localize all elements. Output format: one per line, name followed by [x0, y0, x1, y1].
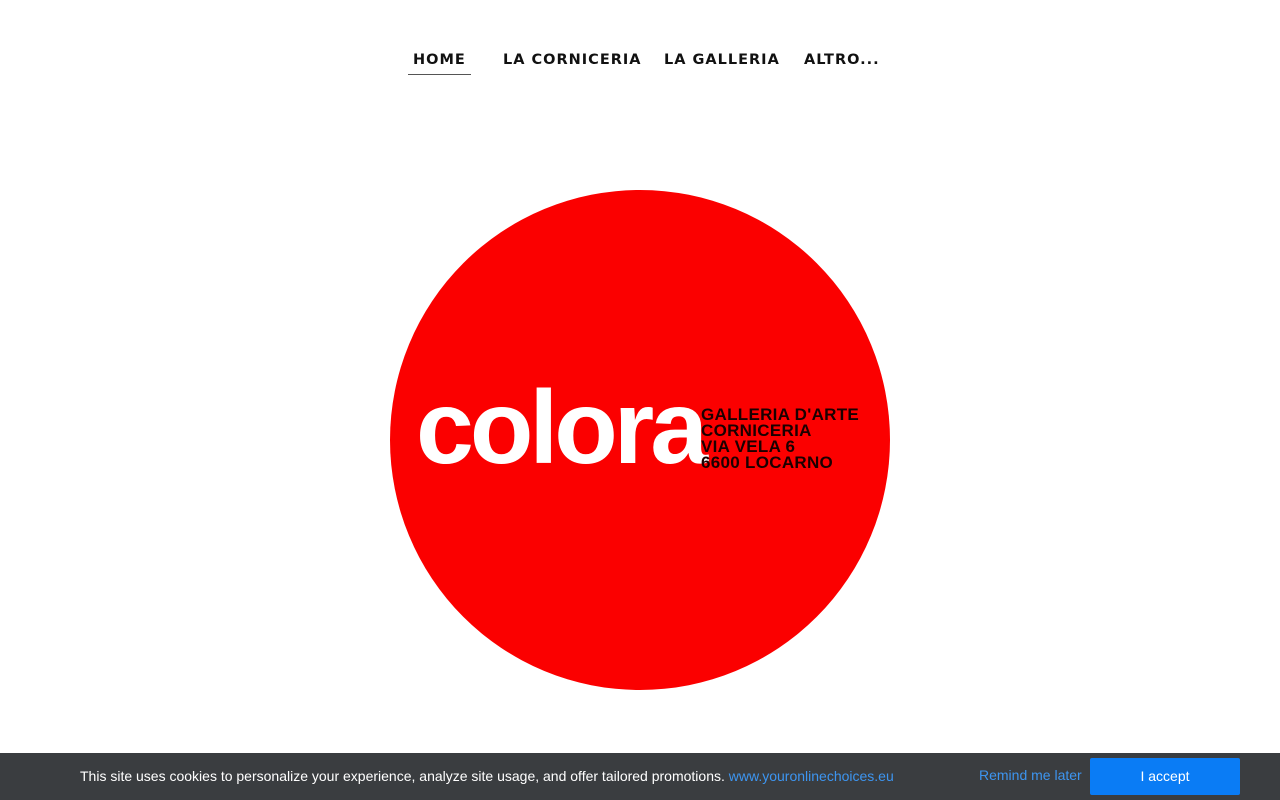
cookie-message: This site uses cookies to personalize yo…	[80, 768, 894, 784]
logo-wordmark: colora	[416, 370, 708, 486]
main-nav: HOME LA CORNICERIA LA GALLERIA ALTRO...	[0, 48, 1280, 78]
logo-address-block: GALLERIA D'ARTE CORNICERIA VIA VELA 6 66…	[701, 406, 859, 472]
cookie-banner: This site uses cookies to personalize yo…	[0, 753, 1280, 800]
nav-item-altro[interactable]: ALTRO...	[804, 48, 880, 74]
logo-line: 6600 LOCARNO	[701, 453, 834, 472]
nav-item-la-galleria[interactable]: LA GALLERIA	[664, 48, 780, 74]
nav-item-home[interactable]: HOME	[408, 48, 471, 75]
youronlinechoices-link[interactable]: www.youronlinechoices.eu	[729, 768, 894, 784]
cookie-message-text: This site uses cookies to personalize yo…	[80, 768, 729, 784]
remind-me-later-button[interactable]: Remind me later	[979, 767, 1082, 783]
nav-item-la-corniceria[interactable]: LA CORNICERIA	[503, 48, 642, 74]
page: HOME LA CORNICERIA LA GALLERIA ALTRO... …	[0, 0, 1280, 800]
accept-cookies-button[interactable]: I accept	[1090, 758, 1240, 795]
